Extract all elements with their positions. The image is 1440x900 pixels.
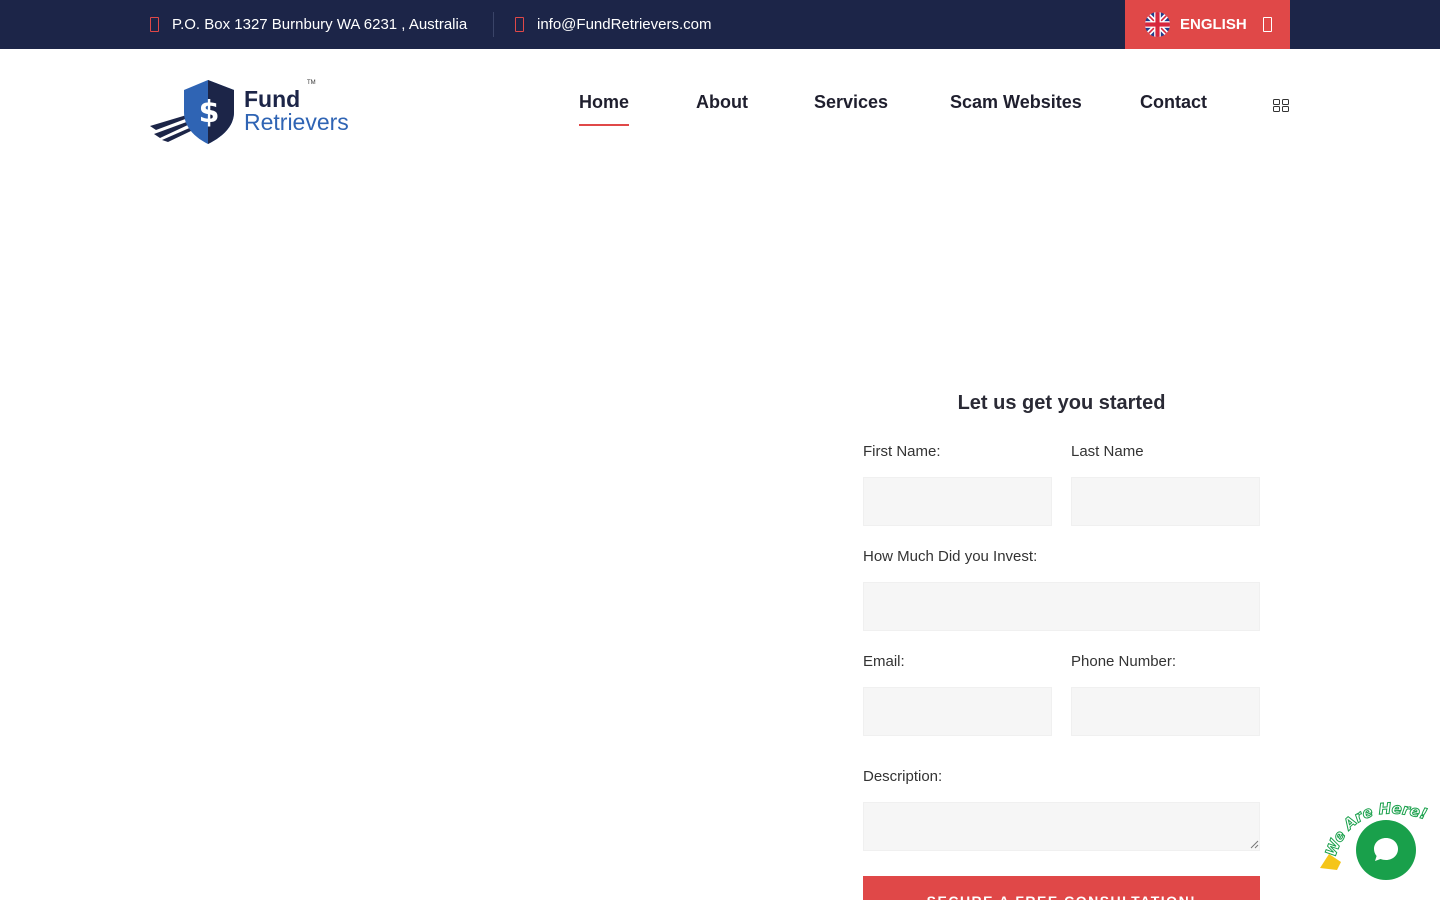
trademark-mark: TM bbox=[307, 80, 316, 86]
nav-about[interactable]: About bbox=[696, 92, 748, 126]
logo-line-retrievers: Retrievers bbox=[244, 109, 349, 135]
description-textarea[interactable] bbox=[863, 802, 1260, 851]
email-link[interactable]: info@FundRetrievers.com bbox=[537, 16, 711, 33]
grid-icon[interactable] bbox=[1273, 99, 1289, 112]
nav-home[interactable]: Home bbox=[579, 92, 630, 126]
logo-line-fund: Fund bbox=[244, 86, 301, 112]
email-label: Email: bbox=[863, 653, 905, 670]
chat-widget[interactable]: We Are Here! bbox=[1315, 792, 1440, 882]
phone-input[interactable] bbox=[1071, 687, 1260, 736]
language-label: ENGLISH bbox=[1180, 16, 1247, 33]
last-name-input[interactable] bbox=[1071, 477, 1260, 526]
form-title: Let us get you started bbox=[957, 392, 1166, 414]
resize-handle-icon[interactable] bbox=[1250, 840, 1259, 849]
submit-consultation-button[interactable]: SECURE A FREE CONSULTATION! bbox=[863, 876, 1260, 900]
invest-label: How Much Did you Invest: bbox=[863, 548, 1038, 565]
shield-logo-icon: $ bbox=[150, 80, 234, 144]
email-input[interactable] bbox=[863, 687, 1052, 736]
open-chat-button[interactable] bbox=[1356, 820, 1416, 880]
first-name-label: First Name: bbox=[863, 443, 941, 460]
top-bar: P.O. Box 1327 Burnbury WA 6231 , Austral… bbox=[0, 0, 1440, 49]
email-item[interactable]: info@FundRetrievers.com bbox=[515, 0, 711, 49]
language-dropdown-icon bbox=[1262, 17, 1272, 32]
chat-bubble-icon bbox=[1374, 838, 1398, 861]
svg-text:$: $ bbox=[199, 95, 220, 130]
nav-contact[interactable]: Contact bbox=[1140, 92, 1207, 126]
last-name-label: Last Name bbox=[1071, 443, 1144, 460]
language-selector[interactable]: ENGLISH bbox=[1125, 0, 1290, 49]
address-item: P.O. Box 1327 Burnbury WA 6231 , Austral… bbox=[150, 0, 467, 49]
location-icon bbox=[150, 17, 159, 32]
logo-wordmark: Fund Retrievers bbox=[244, 88, 349, 134]
address-text: P.O. Box 1327 Burnbury WA 6231 , Austral… bbox=[172, 16, 468, 33]
nav-scam-websites[interactable]: Scam Websites bbox=[950, 92, 1082, 126]
uk-flag-icon bbox=[1145, 12, 1170, 37]
first-name-input[interactable] bbox=[863, 477, 1052, 526]
invest-amount-input[interactable] bbox=[863, 582, 1260, 631]
description-label: Description: bbox=[863, 768, 943, 785]
site-logo[interactable]: $ Fund Retrievers TM bbox=[150, 76, 365, 146]
nav-services[interactable]: Services bbox=[814, 92, 888, 126]
mail-icon bbox=[515, 17, 524, 32]
top-bar-divider bbox=[493, 12, 494, 37]
phone-label: Phone Number: bbox=[1071, 653, 1177, 670]
